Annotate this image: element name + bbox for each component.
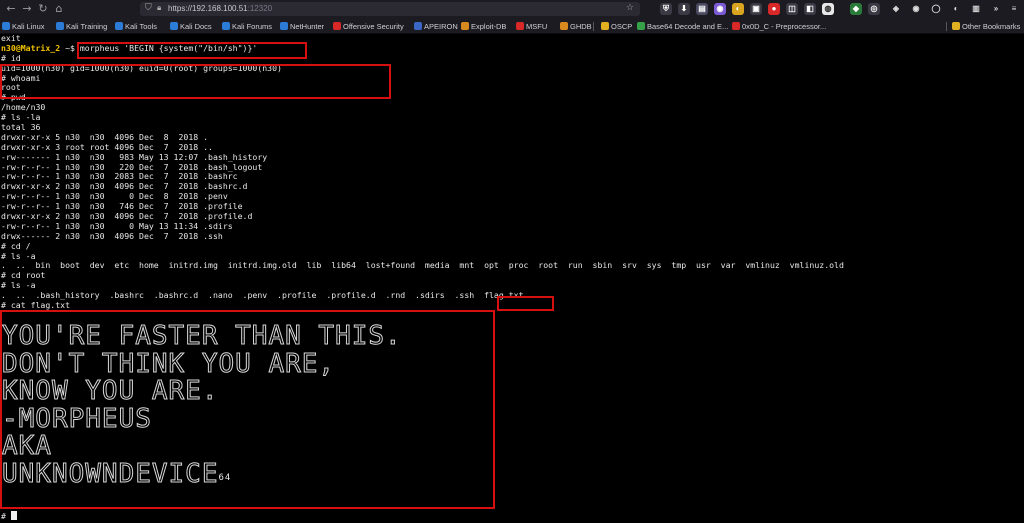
extension-icon[interactable]: ◯ — [930, 3, 942, 15]
bookmark-item[interactable]: Kali Linux — [2, 21, 45, 32]
bookmark-label: 0x0D_C - Preprocessor... — [742, 22, 827, 31]
lock-icon[interactable]: 🔒︎ — [157, 3, 161, 13]
bookmark-item[interactable]: OSCP — [601, 21, 632, 32]
terminal-line: . .. bin boot dev etc home initrd.img in… — [1, 260, 844, 271]
bookmark-favicon-icon — [952, 22, 960, 30]
bookmark-item[interactable]: Other Bookmarks — [952, 21, 1020, 32]
reload-icon[interactable]: ↻ — [36, 3, 50, 15]
bookmark-label: Kali Linux — [12, 22, 45, 31]
extension-icon[interactable]: ◉ — [910, 3, 922, 15]
bookmark-item[interactable]: MSFU — [516, 21, 547, 32]
extension-icon[interactable]: ◐ — [950, 3, 962, 15]
bookmark-label: OSCP — [611, 22, 633, 31]
extension-icon[interactable]: ◍ — [822, 3, 834, 15]
bookmark-label: Offensive Security — [343, 22, 404, 31]
bookmark-favicon-icon — [516, 22, 524, 30]
navigation-toolbar: ← → ↻ ⌂ ⛉ 🔒︎ https://192.168.100.51:1232… — [0, 0, 1024, 18]
extension-icon[interactable]: ▥ — [970, 3, 982, 15]
bookmark-label: Exploit-DB — [471, 22, 507, 31]
terminal-window[interactable]: exit n30@Matrix_2 ~$ morpheus 'BEGIN {sys… — [0, 33, 1024, 523]
forward-icon[interactable]: → — [20, 3, 34, 15]
bookmark-item[interactable]: Kali Docs — [170, 21, 212, 32]
terminal-line: . .. .bash_history .bashrc .bashrc.d .na… — [1, 290, 524, 301]
bookmark-favicon-icon — [222, 22, 230, 30]
bookmark-favicon-icon — [732, 22, 740, 30]
bookmark-label: Other Bookmarks — [962, 22, 1021, 31]
bookmark-label: MSFU — [526, 22, 548, 31]
bookmark-label: Kali Training — [66, 22, 108, 31]
shield-icon[interactable]: ⛉ — [145, 3, 152, 13]
extension-icon[interactable]: ▣ — [750, 3, 762, 15]
bookmark-item[interactable]: GHDB — [560, 21, 592, 32]
bookmark-favicon-icon — [637, 22, 645, 30]
bookmark-favicon-icon — [333, 22, 341, 30]
bookmark-label: Kali Forums — [232, 22, 273, 31]
back-icon[interactable]: ← — [4, 3, 18, 15]
cursor — [10, 511, 17, 520]
bookmark-item[interactable]: APEIRON — [414, 21, 458, 32]
extension-icon[interactable]: ▤ — [696, 3, 708, 15]
bookmark-favicon-icon — [601, 22, 609, 30]
extension-icon[interactable]: ◎ — [868, 3, 880, 15]
bookmark-label: Kali Tools — [125, 22, 157, 31]
bookmark-favicon-icon — [414, 22, 422, 30]
terminal-line: # cd / — [1, 240, 31, 251]
extension-icon[interactable]: ◈ — [890, 3, 902, 15]
bookmark-item[interactable]: Exploit-DB — [461, 21, 506, 32]
bookmark-favicon-icon — [560, 22, 568, 30]
extension-icon[interactable]: ◆ — [850, 3, 862, 15]
bookmark-favicon-icon — [170, 22, 178, 30]
url-text[interactable]: https://192.168.100.51:12320 — [168, 3, 272, 15]
bookmark-label: GHDB — [570, 22, 592, 31]
extension-icon[interactable]: ⬇ — [678, 3, 690, 15]
bookmark-favicon-icon — [280, 22, 288, 30]
terminal-line: # ls -la — [1, 112, 41, 123]
highlight-flag-box — [0, 310, 495, 509]
url-bar[interactable]: ⛉ 🔒︎ https://192.168.100.51:12320 ☆ — [140, 2, 640, 16]
bookmark-separator — [593, 22, 594, 31]
browser-chrome: ← → ↻ ⌂ ⛉ 🔒︎ https://192.168.100.51:1232… — [0, 0, 1024, 34]
terminal-line: drwx------ 2 n30 n30 4096 Dec 7 2018 .ss… — [1, 230, 223, 241]
terminal-line: # cd root — [1, 270, 46, 281]
extension-icon[interactable]: ◉ — [714, 3, 726, 15]
bookmark-label: Kali Docs — [180, 22, 212, 31]
bookmark-star-icon[interactable]: ☆ — [626, 3, 634, 13]
menu-icon[interactable]: ≡ — [1008, 3, 1020, 15]
prompt-user: n30@Matrix_2 — [1, 42, 61, 53]
bookmarks-toolbar: Kali Linux Kali Training Kali Tools Kali Do… — [0, 19, 1024, 34]
bookmark-label: Base64 Decode and E... — [647, 22, 729, 31]
bookmark-label: NetHunter — [290, 22, 325, 31]
overflow-icon[interactable]: » — [990, 3, 1002, 15]
terminal-line: /home/n30 — [1, 102, 46, 113]
bookmark-separator — [946, 22, 947, 31]
bookmark-item[interactable]: Offensive Security — [333, 21, 404, 32]
bookmark-item[interactable]: Base64 Decode and E... — [637, 21, 728, 32]
bookmark-label: APEIRON — [424, 22, 458, 31]
bookmark-favicon-icon — [2, 22, 10, 30]
extension-icon[interactable]: ◐ — [732, 3, 744, 15]
terminal-prompt[interactable]: # — [1, 511, 17, 521]
bookmark-item[interactable]: NetHunter — [280, 21, 324, 32]
extension-icon[interactable]: ● — [768, 3, 780, 15]
bookmark-favicon-icon — [115, 22, 123, 30]
extension-icon[interactable]: ◧ — [804, 3, 816, 15]
highlight-command-box — [77, 42, 307, 59]
bookmark-item[interactable]: Kali Tools — [115, 21, 157, 32]
extension-icon[interactable]: ⛨ — [660, 3, 672, 15]
bookmark-item[interactable]: Kali Forums — [222, 21, 272, 32]
bookmark-favicon-icon — [461, 22, 469, 30]
home-icon[interactable]: ⌂ — [52, 3, 66, 15]
highlight-id-box — [0, 64, 391, 99]
extension-icon[interactable]: ◫ — [786, 3, 798, 15]
bookmark-item[interactable]: 0x0D_C - Preprocessor... — [732, 21, 826, 32]
highlight-flag-file-box — [497, 296, 554, 311]
bookmark-favicon-icon — [56, 22, 64, 30]
bookmark-item[interactable]: Kali Training — [56, 21, 107, 32]
